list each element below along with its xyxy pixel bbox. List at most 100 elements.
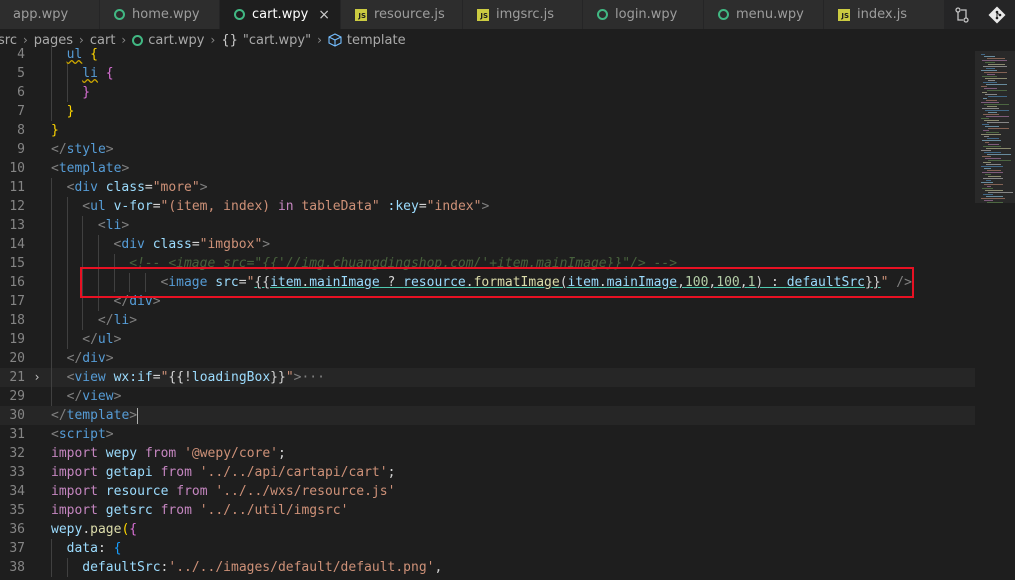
- code-text: }: [66, 104, 75, 119]
- minimap-line: [981, 182, 993, 183]
- minimap-line: [988, 128, 1009, 129]
- minimap-line: [988, 64, 1005, 65]
- minimap-line: [984, 120, 999, 121]
- code-editor[interactable]: 4 ul {5 li {6} 7} 8} 9 </style> 10 <template> 11 <…: [0, 45, 1015, 580]
- code-line[interactable]: 9 </style>: [0, 140, 975, 159]
- tab-app-wpy[interactable]: app.wpy: [0, 0, 100, 29]
- tab-index-js[interactable]: JS index.js: [824, 0, 945, 29]
- minimap-line: [984, 152, 1001, 153]
- close-icon[interactable]: ×: [318, 7, 330, 23]
- line-number: 31: [9, 427, 25, 442]
- code-line[interactable]: 19 </ul>: [0, 330, 975, 349]
- indent-guide: [51, 254, 52, 273]
- line-number: 13: [9, 218, 25, 233]
- minimap-line: [982, 188, 993, 189]
- minimap-line: [986, 180, 991, 181]
- minimap-line: [981, 70, 997, 71]
- minimap[interactable]: [975, 51, 1015, 580]
- code-line[interactable]: 36 wepy.page({: [0, 520, 975, 539]
- minimap-line: [984, 56, 995, 57]
- js-file-icon: JS: [838, 8, 850, 21]
- code-text: <view wx:if="{{!loadingBox}}">···: [66, 370, 325, 385]
- vue-file-icon: [597, 9, 608, 20]
- minimap-line: [987, 122, 1009, 123]
- minimap-line: [988, 96, 1007, 97]
- fold-chevron-icon[interactable]: ›: [30, 368, 44, 387]
- minimap-line: [984, 104, 1009, 105]
- code-line[interactable]: 10 <template>: [0, 159, 975, 178]
- minimap-slider[interactable]: [975, 51, 1015, 203]
- minimap-line: [982, 140, 1001, 141]
- js-file-icon: JS: [355, 8, 367, 21]
- minimap-line: [982, 124, 989, 125]
- code-line[interactable]: 38 defaultSrc:'../../images/default/defau…: [0, 558, 975, 577]
- code-line[interactable]: 7}: [0, 102, 975, 121]
- code-text: data: {: [66, 541, 122, 556]
- tab-label: cart.wpy: [252, 7, 309, 22]
- code-line[interactable]: 30 </template>: [0, 406, 975, 425]
- line-number: 6: [17, 85, 25, 100]
- minimap-line: [982, 92, 987, 93]
- code-line[interactable]: 34 import resource from '../../wxs/resour…: [0, 482, 975, 501]
- minimap-line: [987, 202, 1003, 203]
- code-line[interactable]: 6}: [0, 83, 975, 102]
- code-line[interactable]: 21 › <view wx:if="{{!loadingBox}}">···: [0, 368, 975, 387]
- minimap-line: [982, 76, 997, 77]
- vue-file-icon: [234, 9, 245, 20]
- line-number: 18: [9, 313, 25, 328]
- tab-label: home.wpy: [132, 7, 200, 22]
- code-line[interactable]: 31 <script>: [0, 425, 975, 444]
- code-line[interactable]: 4 ul {: [0, 45, 975, 64]
- tab-imgsrc-js[interactable]: JS imgsrc.js: [463, 0, 583, 29]
- tab-resource-js[interactable]: JS resource.js: [341, 0, 463, 29]
- minimap-line: [985, 94, 997, 95]
- minimap-line: [983, 114, 999, 115]
- indent-guide: [66, 273, 68, 292]
- code-line[interactable]: 13 <li>: [0, 216, 975, 235]
- minimap-line: [983, 162, 991, 163]
- tab-menu-wpy[interactable]: menu.wpy: [704, 0, 824, 29]
- tab-home-wpy[interactable]: home.wpy: [100, 0, 220, 29]
- code-line[interactable]: 29 </view>: [0, 387, 975, 406]
- code-line[interactable]: 11 <div class="more">: [0, 178, 975, 197]
- minimap-line: [987, 186, 991, 187]
- minimap-line: [988, 160, 1011, 161]
- editor-tab-bar: app.wpy home.wpy cart.wpy × JS resource.…: [0, 0, 1015, 29]
- code-line[interactable]: 5 li {: [0, 64, 975, 83]
- code-line[interactable]: 35 import getsrc from '../../util/imgsrc': [0, 501, 975, 520]
- tab-label: imgsrc.js: [496, 7, 555, 22]
- code-line[interactable]: 20 </div>: [0, 349, 975, 368]
- minimap-line: [982, 156, 991, 157]
- code-line[interactable]: 8}: [0, 121, 975, 140]
- tab-cart-wpy[interactable]: cart.wpy ×: [220, 0, 341, 29]
- code-line[interactable]: 37 data: {: [0, 539, 975, 558]
- git-icon[interactable]: [988, 6, 1006, 24]
- code-text: </li>: [97, 313, 138, 328]
- code-line[interactable]: 33 import getapi from '../../api/cartapi/…: [0, 463, 975, 482]
- indent-guide: [51, 311, 52, 330]
- minimap-line: [984, 136, 989, 137]
- minimap-line: [987, 90, 1007, 91]
- code-text: </style>: [51, 142, 114, 157]
- indent-guide: [51, 216, 52, 235]
- indent-guide: [51, 539, 52, 558]
- code-text: import wepy from '@wepy/core';: [51, 446, 286, 461]
- minimap-line: [981, 166, 1003, 167]
- code-line[interactable]: 18 </li>: [0, 311, 975, 330]
- tab-login-wpy[interactable]: login.wpy: [583, 0, 704, 29]
- minimap-line: [984, 184, 1003, 185]
- indent-guide: [51, 83, 52, 102]
- code-line[interactable]: 32 import wepy from '@wepy/core';: [0, 444, 975, 463]
- code-text: }: [82, 85, 91, 100]
- code-line[interactable]: 12 <ul v-for="(item, index) in tableData"…: [0, 197, 975, 216]
- code-text: import resource from '../../wxs/resource…: [51, 484, 396, 499]
- indent-guide: [51, 102, 52, 121]
- minimap-line: [987, 106, 997, 107]
- code-text: <ul v-for="(item, index) in tableData" :…: [82, 199, 490, 214]
- minimap-line: [987, 138, 999, 139]
- minimap-line: [985, 126, 999, 127]
- code-line[interactable]: 14 <div class="imgbox">: [0, 235, 975, 254]
- minimap-line: [985, 174, 991, 175]
- line-number: 20: [9, 351, 25, 366]
- compare-changes-icon[interactable]: [954, 6, 970, 23]
